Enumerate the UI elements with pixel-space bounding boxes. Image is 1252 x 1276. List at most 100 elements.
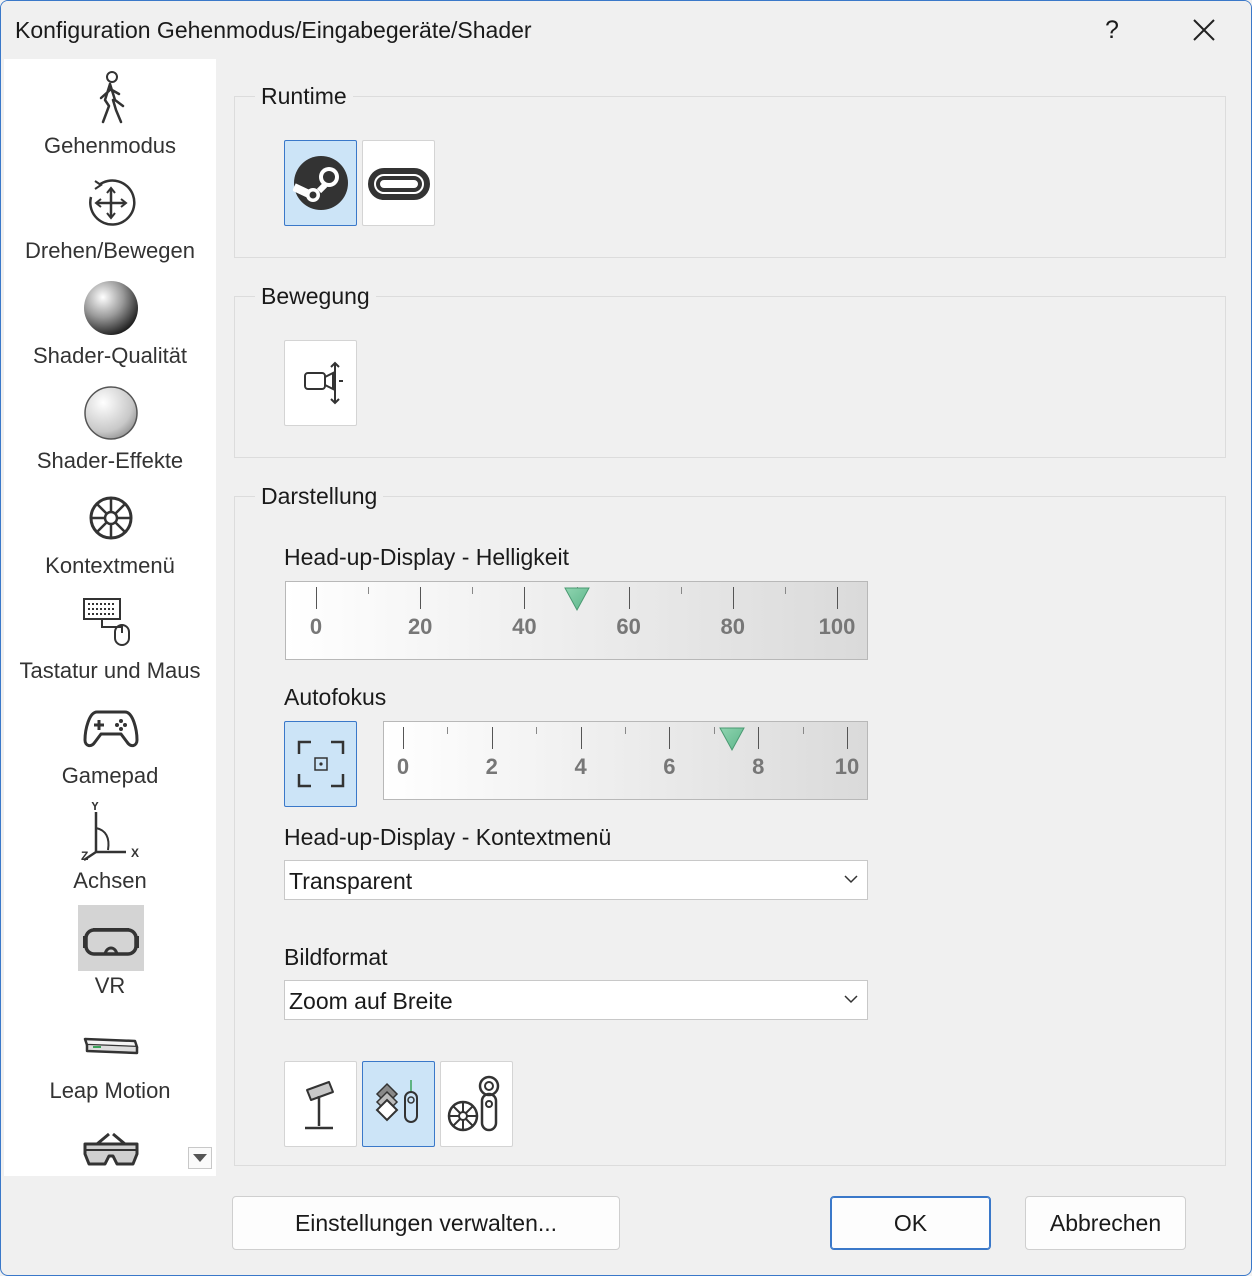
sidebar-item-label: Gamepad (61, 763, 159, 788)
slider-tick-label: 0 (396, 754, 410, 779)
shaded-sphere-icon (84, 281, 138, 335)
slider-tick-minor (447, 727, 449, 734)
slider-tick-label: 0 (309, 614, 323, 639)
camera-teleport-icon (304, 361, 343, 405)
autofocus-label: Autofokus (284, 684, 387, 710)
title-bar: Konfiguration Gehenmodus/Eingabegeräte/S… (1, 1, 1251, 59)
slider-tick-label: 100 (818, 614, 856, 639)
sidebar-item-kontextmenue[interactable]: Kontextmenü (4, 479, 216, 584)
sidebar-scroll-down-button[interactable] (188, 1147, 212, 1169)
sidebar-item-drehen-bewegen[interactable]: Drehen/Bewegen (4, 164, 216, 269)
autofocus-slider[interactable]: 0 2 4 6 8 10 (383, 721, 868, 800)
walking-person-icon (99, 71, 125, 124)
pedestal-mode-button[interactable] (284, 1061, 357, 1147)
slider-tick-major (837, 587, 838, 609)
cancel-button[interactable]: Abbrechen (1025, 1196, 1186, 1250)
close-icon (1193, 19, 1215, 41)
hud-context-value: Transparent (289, 868, 413, 894)
slider-tick-label: 6 (663, 754, 676, 779)
slider-tick-minor (368, 587, 370, 594)
slider-tick-major (403, 727, 404, 749)
category-sidebar[interactable]: Gehenmodus Drehen/Bewegen Shader-Qualitä… (4, 59, 216, 1176)
slider-tick-label: 10 (834, 754, 860, 779)
window-title: Konfiguration Gehenmodus/Eingabegeräte/S… (15, 17, 532, 43)
sphere-effects-icon (84, 386, 138, 440)
slider-tick-label: 80 (720, 614, 746, 639)
darstellung-group: Darstellung Head-up-Display - Helligkeit… (234, 483, 1226, 1166)
rotate-move-icon (89, 179, 136, 226)
slider-tick-label: 4 (574, 754, 587, 779)
gamepad-icon (83, 710, 139, 748)
sidebar-item-achsen[interactable]: Y Z X Achsen (4, 794, 216, 899)
slider-tick-major (669, 727, 671, 749)
slider-tick-major (316, 587, 317, 609)
runtime-group: Runtime (234, 83, 1226, 258)
darstellung-title: Darstellung (255, 483, 384, 510)
slider-tick-minor (680, 587, 682, 594)
3d-glasses-icon (83, 1132, 139, 1166)
slider-tick-minor (784, 587, 786, 594)
slider-tick-major (758, 727, 760, 749)
camera-teleport-button[interactable] (284, 340, 357, 426)
sidebar-item-label: Gehenmodus (43, 133, 177, 158)
slider-tick-minor (625, 727, 626, 734)
wheel-controller-button[interactable] (440, 1061, 513, 1147)
chevron-down-icon (844, 875, 858, 884)
layers-controller-icon (375, 1080, 418, 1123)
config-dialog: Konfiguration Gehenmodus/Eingabegeräte/S… (0, 0, 1252, 1276)
autofocus-icon (297, 740, 345, 788)
sidebar-item-gehenmodus[interactable]: Gehenmodus (4, 59, 216, 164)
triangle-down-icon (193, 1154, 207, 1162)
sidebar-item-gamepad[interactable]: Gamepad (4, 689, 216, 794)
sidebar-item-label: Leap Motion (49, 1078, 171, 1103)
axes-icon: Y Z X (81, 802, 139, 863)
sidebar-item-label: Shader-Qualität (32, 343, 188, 368)
slider-tick-label: 2 (485, 754, 498, 779)
ok-button[interactable]: OK (830, 1196, 991, 1250)
chevron-down-icon (844, 995, 858, 1004)
image-format-label: Bildformat (284, 944, 388, 970)
axis-y-letter: Y (91, 802, 99, 813)
sidebar-item-3d-glasses[interactable] (4, 1109, 216, 1176)
slider-thumb[interactable] (563, 586, 590, 612)
image-format-value: Zoom auf Breite (289, 988, 453, 1014)
sidebar-item-tastatur-maus[interactable]: Tastatur und Maus (4, 584, 216, 689)
hud-brightness-slider[interactable]: 0 20 40 60 80 100 (285, 581, 868, 660)
pedestal-icon (305, 1081, 334, 1130)
hud-context-label: Head-up-Display - Kontextmenü (284, 824, 612, 850)
sidebar-item-shader-qualitaet[interactable]: Shader-Qualität (4, 269, 216, 374)
leap-motion-icon (83, 1037, 139, 1055)
hud-context-select[interactable]: Transparent (284, 860, 868, 900)
oculus-icon (368, 168, 430, 200)
slider-tick-minor (472, 587, 474, 594)
manage-settings-button[interactable]: Einstellungen verwalten... (232, 1196, 620, 1250)
context-wheel-icon (89, 496, 133, 540)
slider-thumb[interactable] (718, 726, 745, 752)
close-button[interactable] (1181, 7, 1227, 53)
slider-tick-minor (802, 727, 804, 734)
slider-tick-major (847, 727, 848, 749)
autofocus-toggle-button[interactable] (284, 721, 357, 807)
bewegung-title: Bewegung (255, 283, 376, 310)
sidebar-item-label: VR (94, 973, 126, 998)
layers-controller-button[interactable] (362, 1061, 435, 1147)
oculus-runtime-button[interactable] (362, 140, 435, 226)
runtime-title: Runtime (255, 83, 353, 110)
image-format-select[interactable]: Zoom auf Breite (284, 980, 868, 1020)
steamvr-runtime-button[interactable] (284, 140, 357, 226)
slider-tick-label: 60 (616, 614, 641, 639)
sidebar-item-shader-effekte[interactable]: Shader-Effekte (4, 374, 216, 479)
help-button[interactable]: ? (1089, 7, 1135, 53)
keyboard-mouse-icon (83, 598, 130, 646)
sidebar-item-label: Shader-Effekte (36, 448, 184, 473)
slider-tick-major (732, 587, 734, 609)
slider-tick-major (580, 727, 582, 749)
slider-tick-label: 20 (407, 614, 433, 639)
sidebar-item-label: Drehen/Bewegen (24, 238, 195, 263)
axis-x-letter: X (131, 846, 139, 860)
slider-tick-label: 40 (512, 614, 537, 639)
sidebar-item-vr[interactable]: VR (4, 899, 216, 1004)
slider-tick-major (524, 587, 526, 609)
sidebar-item-leap-motion[interactable]: Leap Motion (4, 1004, 216, 1109)
sidebar-item-label: Kontextmenü (45, 553, 175, 578)
